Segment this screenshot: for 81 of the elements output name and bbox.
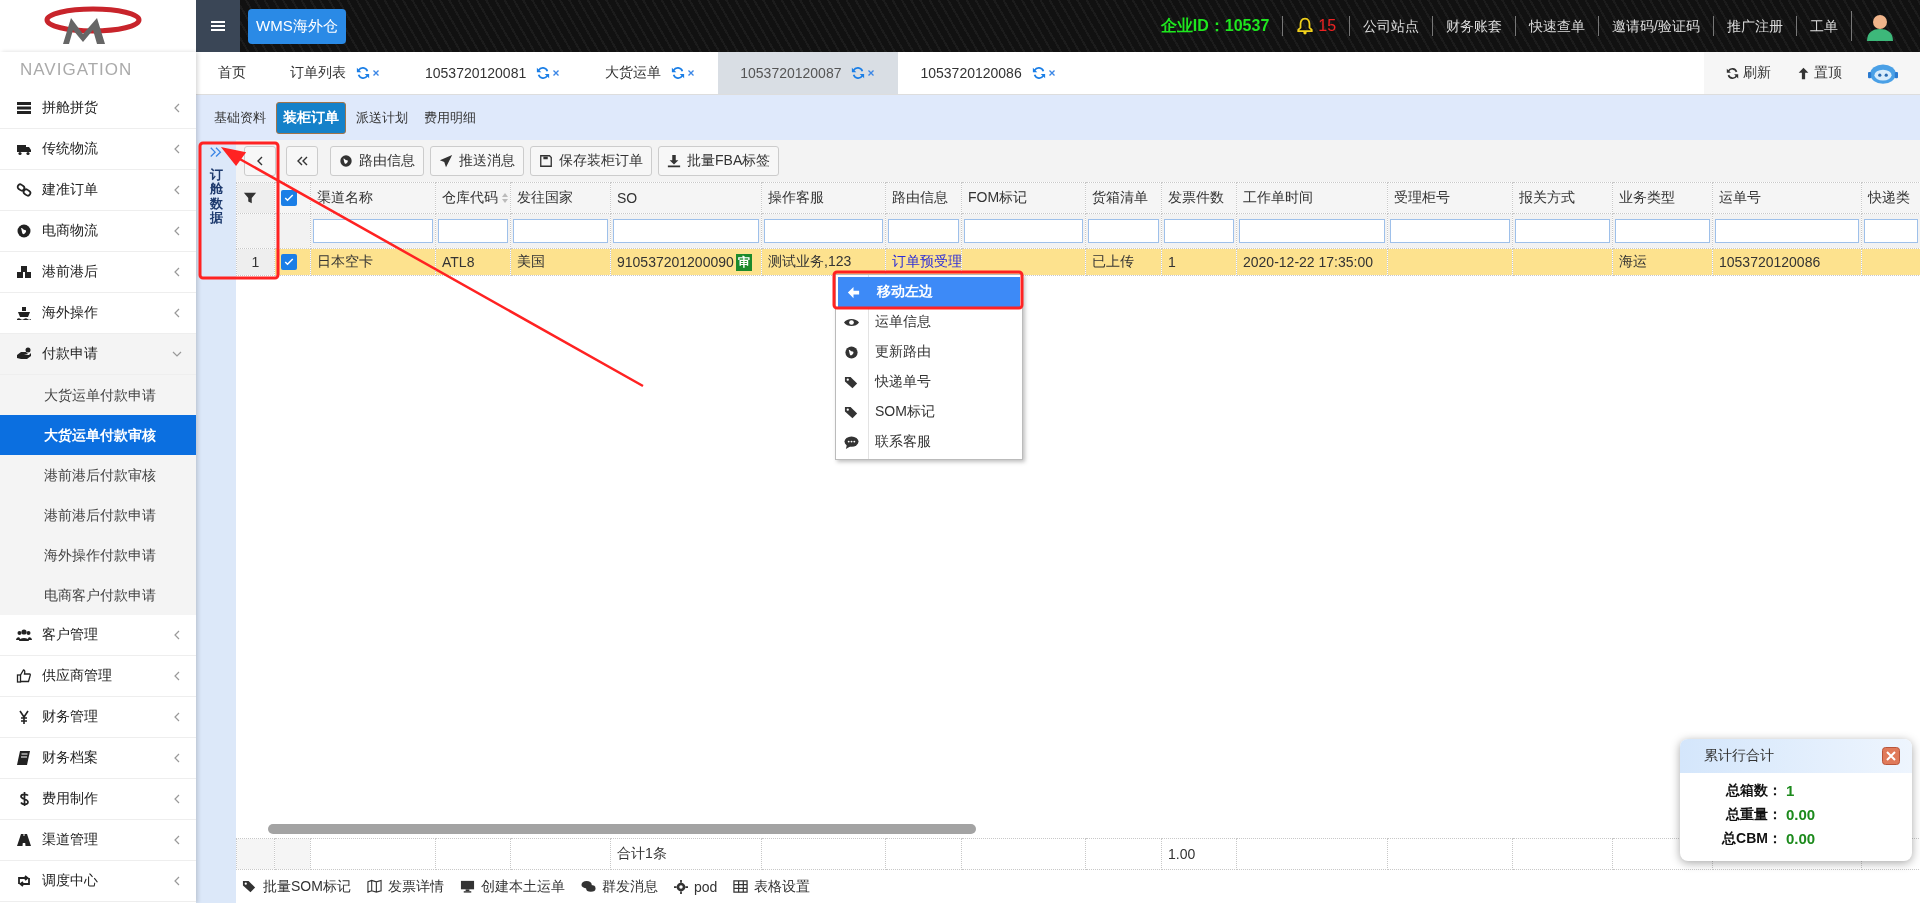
bottom-action[interactable]: 创建本土运单 <box>459 877 565 896</box>
column-header[interactable]: 操作客服 <box>761 182 886 214</box>
bottom-action[interactable]: 批量SOM标记 <box>242 877 351 896</box>
app-button[interactable]: WMS海外仓 <box>248 8 346 44</box>
column-header[interactable]: SO <box>610 182 762 214</box>
bottom-action[interactable]: 发票详情 <box>366 877 444 896</box>
total-label: 合计1条 <box>610 838 762 870</box>
navigation-header: NAVIGATION <box>19 59 134 81</box>
context-menu-item[interactable]: 联系客服 <box>836 427 1022 457</box>
column-header[interactable]: 运单号 <box>1712 182 1862 214</box>
column-header[interactable]: 发往国家 <box>510 182 611 214</box>
sub-tab[interactable]: 装柜订单 <box>276 101 346 134</box>
pin-top-button[interactable]: 置顶 <box>1787 64 1852 82</box>
sidebar-subitem[interactable]: 大货运单付款申请 <box>0 375 196 415</box>
header-link[interactable]: 财务账套 <box>1432 16 1516 36</box>
sub-tab[interactable]: 派送计划 <box>350 102 414 133</box>
table-cell: 910537201200090 <box>617 254 734 270</box>
header-link[interactable]: 工单 <box>1796 16 1851 36</box>
refresh-button[interactable]: 刷新 <box>1716 64 1781 82</box>
context-menu-item[interactable]: SOM标记 <box>836 397 1022 427</box>
sidebar-item[interactable]: 拼舱拼货 <box>0 88 196 129</box>
summary-value: 0.00 <box>1786 806 1816 824</box>
column-header[interactable]: 仓库代码 <box>435 182 511 214</box>
table-cell: 海运 <box>1612 248 1713 276</box>
sidebar-subitem[interactable]: 大货运单付款审核 <box>0 415 196 455</box>
table-cell: 1 <box>1161 248 1237 276</box>
sidebar-item[interactable]: 付款申请 <box>0 334 196 375</box>
summary-label: 总CBM： <box>1722 830 1782 848</box>
bottom-action[interactable]: 表格设置 <box>733 877 811 896</box>
table-cell: ATL8 <box>435 248 511 276</box>
header-link[interactable]: 邀请码/验证码 <box>1598 16 1713 36</box>
column-header[interactable]: 货箱清单 <box>1085 182 1162 214</box>
column-header[interactable]: 发票件数 <box>1161 182 1237 214</box>
bottom-action[interactable]: pod <box>673 878 718 895</box>
context-menu-item[interactable]: 更新路由 <box>836 337 1022 367</box>
toolbar-button[interactable]: 保存装柜订单 <box>530 146 652 176</box>
sidebar-subitem[interactable]: 港前港后付款申请 <box>0 495 196 535</box>
summary-value: 1 <box>1786 782 1795 800</box>
sub-tab[interactable]: 基础资料 <box>208 102 272 133</box>
column-header[interactable]: FOM标记 <box>961 182 1086 214</box>
sidebar-subitem[interactable]: 海外操作付款申请 <box>0 535 196 575</box>
table-cell: 日本空卡 <box>310 248 436 276</box>
panel-title[interactable]: 订舱数据 <box>209 168 223 226</box>
table-cell: 1053720120086 <box>1712 248 1862 276</box>
column-header[interactable]: 报关方式 <box>1512 182 1613 214</box>
row-number: 1 <box>236 248 275 276</box>
total-cell: 1.00 <box>1161 838 1237 870</box>
notification-count: 15 <box>1318 16 1337 36</box>
page-tab[interactable]: 1053720120081 <box>403 52 584 94</box>
toolbar-button[interactable]: 路由信息 <box>330 146 424 176</box>
header-link[interactable]: 推广注册 <box>1713 16 1796 36</box>
summary-value: 0.00 <box>1786 830 1816 848</box>
company-id: 企业ID：10537 <box>1159 16 1271 36</box>
sidebar-subitem[interactable]: 港前港后付款审核 <box>0 455 196 495</box>
summary-label: 总箱数： <box>1724 782 1782 800</box>
page-tab[interactable]: 1053720120087 <box>718 52 899 94</box>
sidebar-subitem[interactable]: 电商客户付款申请 <box>0 575 196 615</box>
page-tab[interactable]: 首页 <box>196 52 268 94</box>
column-header[interactable]: 工作单时间 <box>1236 182 1388 214</box>
header-link[interactable]: 公司站点 <box>1349 16 1433 36</box>
page-tab[interactable]: 订单列表 <box>268 52 403 94</box>
table-cell: 美国 <box>510 248 611 276</box>
column-header[interactable]: 快递类 <box>1861 182 1920 214</box>
toolbar-button[interactable]: 批量FBA标签 <box>658 146 780 176</box>
bottom-action[interactable]: 群发消息 <box>580 877 658 896</box>
context-menu-item[interactable]: 运单信息 <box>836 307 1022 337</box>
column-header[interactable]: 受理柜号 <box>1387 182 1513 214</box>
summary-label: 总重量： <box>1724 806 1782 824</box>
header-link[interactable]: 快速查单 <box>1515 16 1599 36</box>
page-tab[interactable]: 大货运单 <box>583 52 719 94</box>
context-menu-item[interactable]: 快递单号 <box>836 367 1022 397</box>
column-header[interactable]: 渠道名称 <box>310 182 436 214</box>
table-cell: 已上传 <box>1085 248 1162 276</box>
summary-title: 累计行合计 <box>1704 747 1775 765</box>
column-header[interactable]: 路由信息 <box>885 182 962 214</box>
table-cell: 2020-12-22 17:35:00 <box>1236 248 1388 276</box>
page-tab[interactable]: 1053720120086 <box>898 52 1079 94</box>
toolbar-button[interactable]: 推送消息 <box>430 146 524 176</box>
column-header[interactable]: 业务类型 <box>1612 182 1713 214</box>
status-badge: 审 <box>735 253 752 271</box>
sub-tab[interactable]: 费用明细 <box>418 102 482 133</box>
